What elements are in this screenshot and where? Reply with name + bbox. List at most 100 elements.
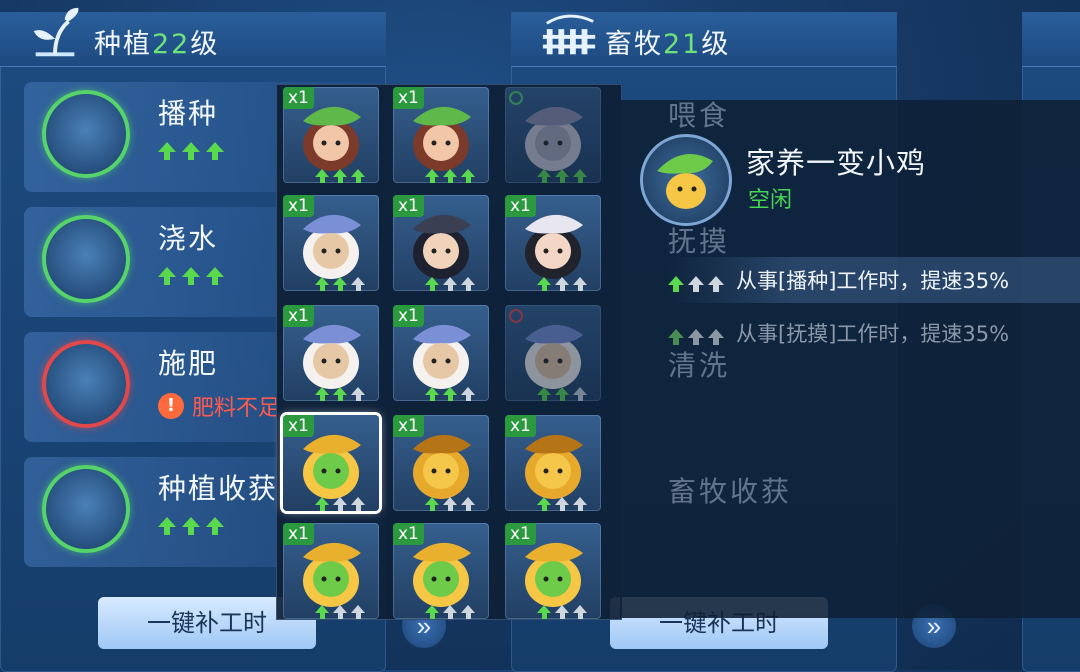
- pet-cell[interactable]: x1: [283, 523, 379, 619]
- pet-cell[interactable]: x1: [505, 195, 601, 291]
- up-arrow-icon: [555, 277, 569, 291]
- quantity-badge: x1: [393, 87, 424, 109]
- up-arrow-icon: [425, 277, 439, 291]
- detail-avatar-chick: [640, 134, 732, 226]
- up-arrow-icon: [461, 169, 475, 183]
- pet-cell[interactable]: x1: [393, 305, 489, 401]
- pet-cell[interactable]: x1: [393, 523, 489, 619]
- pet-cell[interactable]: x1: [393, 87, 489, 183]
- up-arrow-icon: [425, 387, 439, 401]
- up-arrow-icon: [537, 387, 551, 401]
- up-arrow-icon: [182, 517, 200, 535]
- up-arrow-icon: [351, 605, 365, 619]
- quantity-badge: x1: [393, 195, 424, 217]
- pet-cell[interactable]: x1: [283, 305, 379, 401]
- pet-cell[interactable]: x1: [283, 87, 379, 183]
- speed-arrows: [315, 169, 365, 183]
- quantity-badge: x1: [505, 415, 536, 437]
- up-arrow-icon: [425, 497, 439, 511]
- quantity-badge: x1: [505, 195, 536, 217]
- quantity-badge: x1: [505, 523, 536, 545]
- up-arrow-icon: [425, 169, 439, 183]
- warning-text: 肥料不足: [192, 396, 281, 421]
- up-arrow-icon: [333, 387, 347, 401]
- livestock-title: 畜牧21级: [605, 29, 731, 60]
- pet-cell[interactable]: x1: [393, 195, 489, 291]
- up-arrow-icon: [351, 169, 365, 183]
- bonus-text: 从事[抚摸]工作时，提速35%: [736, 322, 1010, 346]
- speed-arrows: [537, 387, 587, 401]
- up-arrow-icon: [573, 497, 587, 511]
- avatar-unicorn: [42, 215, 130, 303]
- pet-cell[interactable]: [505, 305, 601, 401]
- bonus-row-active: 从事[播种]工作时，提速35%: [668, 257, 1080, 303]
- ghost-job-wash: 清洗: [668, 349, 731, 382]
- quantity-badge: x1: [393, 415, 424, 437]
- up-arrow-icon: [206, 267, 224, 285]
- up-arrow-icon: [537, 277, 551, 291]
- planting-header: 种植22级: [0, 7, 386, 67]
- pet-picker: x1 x1 x1 x1 x1 x1 x1 x1 x1 x1 x1 x1 x1: [276, 84, 622, 620]
- quantity-badge: x1: [393, 305, 424, 327]
- job-name: 种植收获: [158, 472, 279, 505]
- quantity-badge: x1: [283, 305, 314, 327]
- up-arrow-icon: [315, 387, 329, 401]
- speed-arrows: [425, 605, 475, 619]
- up-arrow-icon: [537, 169, 551, 183]
- quantity-badge: x1: [283, 523, 314, 545]
- sprout-icon: [33, 7, 79, 57]
- up-arrow-icon: [333, 169, 347, 183]
- up-arrow-icon: [443, 387, 457, 401]
- up-arrow-icon: [708, 275, 724, 292]
- planting-title: 种植22级: [94, 29, 220, 60]
- up-arrow-icon: [688, 275, 704, 292]
- pet-cell[interactable]: x1: [505, 523, 601, 619]
- up-arrow-icon: [206, 142, 224, 160]
- speed-arrows: [158, 517, 224, 535]
- speed-arrows: [425, 277, 475, 291]
- speed-arrows: [425, 169, 475, 183]
- pet-cell[interactable]: x1: [283, 195, 379, 291]
- ghost-job-harvest: 畜牧收获: [668, 475, 793, 508]
- job-name: 播种: [158, 97, 219, 130]
- up-arrow-icon: [315, 169, 329, 183]
- warning: ! 肥料不足: [158, 390, 280, 422]
- up-arrow-icon: [461, 277, 475, 291]
- speed-arrows: [537, 605, 587, 619]
- up-arrow-icon: [461, 387, 475, 401]
- pet-cell[interactable]: x1: [393, 415, 489, 511]
- up-arrow-icon: [668, 328, 684, 345]
- up-arrow-icon: [425, 605, 439, 619]
- up-arrow-icon: [182, 142, 200, 160]
- pet-cell[interactable]: x1: [283, 415, 379, 511]
- up-arrow-icon: [333, 497, 347, 511]
- speed-arrows: [315, 387, 365, 401]
- job-name: 施肥: [158, 347, 219, 380]
- up-arrow-icon: [555, 387, 569, 401]
- quantity-badge: x1: [283, 195, 314, 217]
- up-arrow-icon: [333, 277, 347, 291]
- speed-arrows: [537, 169, 587, 183]
- up-arrow-icon: [573, 169, 587, 183]
- job-name: 浇水: [158, 222, 219, 255]
- up-arrow-icon: [443, 605, 457, 619]
- ghost-job-feed: 喂食: [668, 99, 731, 132]
- up-arrow-icon: [443, 277, 457, 291]
- pet-cell[interactable]: [505, 87, 601, 183]
- speed-arrows: [537, 497, 587, 511]
- up-arrow-icon: [573, 277, 587, 291]
- speed-arrows: [315, 277, 365, 291]
- pet-cell[interactable]: x1: [505, 415, 601, 511]
- ghost-job-pet: 抚摸: [668, 225, 731, 258]
- avatar-red-hair-kid: [42, 465, 130, 553]
- up-arrow-icon: [461, 605, 475, 619]
- speed-arrows: [158, 267, 224, 285]
- up-arrow-icon: [351, 387, 365, 401]
- livestock-header: 畜牧21级: [511, 12, 897, 67]
- up-arrow-icon: [461, 497, 475, 511]
- avatar-sheep: [42, 340, 130, 428]
- up-arrow-icon: [555, 169, 569, 183]
- up-arrow-icon: [555, 605, 569, 619]
- bonus-text: 从事[播种]工作时，提速35%: [736, 269, 1010, 293]
- up-arrow-icon: [315, 497, 329, 511]
